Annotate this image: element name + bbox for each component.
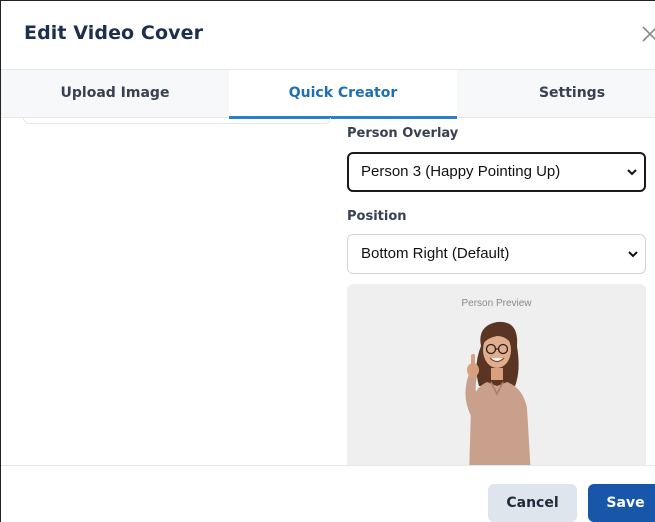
position-select[interactable]: Bottom Right (Default) xyxy=(347,234,646,274)
dialog-title: Edit Video Cover xyxy=(24,22,204,44)
dialog-header: Edit Video Cover xyxy=(1,1,655,69)
chevron-down-icon xyxy=(628,251,638,258)
person-overlay-label: Person Overlay xyxy=(347,126,459,141)
left-panel-edge xyxy=(23,118,331,124)
tab-settings[interactable]: Settings xyxy=(457,70,655,118)
position-label: Position xyxy=(347,209,407,224)
position-value: Bottom Right (Default) xyxy=(361,245,510,262)
tab-quick-creator[interactable]: Quick Creator xyxy=(229,70,457,119)
dialog-footer: Cancel Save xyxy=(1,465,655,522)
tab-bar: Upload Image Quick Creator Settings xyxy=(1,69,655,119)
chevron-down-icon xyxy=(627,169,637,176)
tab-upload-image[interactable]: Upload Image xyxy=(1,70,229,118)
person-preview-panel: Person Preview xyxy=(347,284,646,474)
cancel-button[interactable]: Cancel xyxy=(488,484,577,522)
person-preview-label: Person Preview xyxy=(461,298,532,309)
person-overlay-value: Person 3 (Happy Pointing Up) xyxy=(361,163,561,180)
edit-video-cover-dialog: Edit Video Cover Upload Image Quick Crea… xyxy=(0,0,655,522)
save-button[interactable]: Save xyxy=(588,484,655,522)
person-overlay-select[interactable]: Person 3 (Happy Pointing Up) xyxy=(347,152,646,192)
close-icon[interactable] xyxy=(641,25,655,43)
person-preview-image xyxy=(465,321,531,474)
